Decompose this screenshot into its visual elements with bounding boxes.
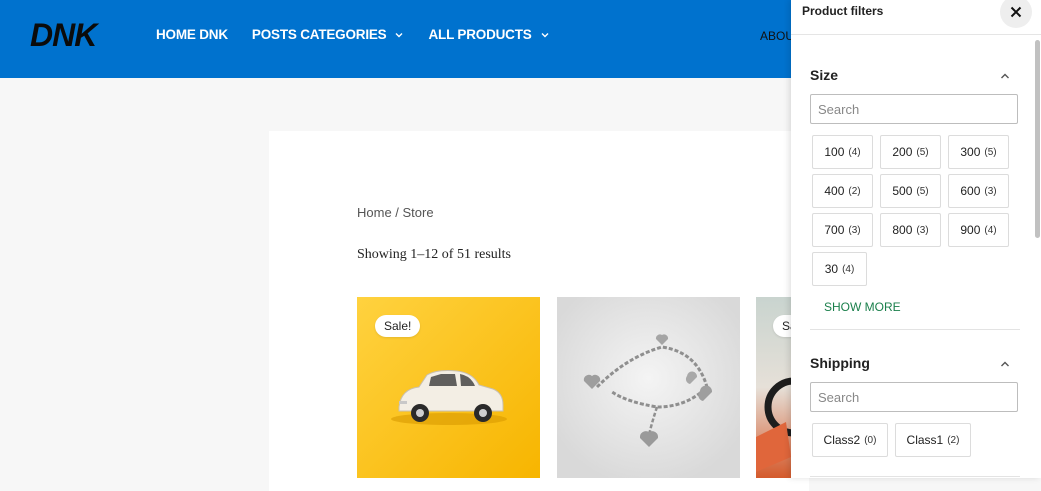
chip-count: (2) <box>848 185 861 197</box>
product-card-sunglasses[interactable]: Sa <box>756 297 796 478</box>
main-nav: HOME DNK POSTS CATEGORIES ALL PRODUCTS <box>156 27 574 42</box>
size-option-600[interactable]: 600 (3) <box>948 174 1009 208</box>
chip-count: (2) <box>947 434 960 446</box>
logo-text: DNK <box>30 17 100 53</box>
chip-count: (5) <box>984 146 997 158</box>
nav-home-dnk-label: HOME DNK <box>156 27 228 42</box>
nav-home-dnk[interactable]: HOME DNK <box>156 27 228 42</box>
product-filters-panel: Product filters Size 100(4) 200(5) 300(5… <box>791 0 1041 478</box>
chip-label: 100 <box>824 145 845 159</box>
dnk-logo[interactable]: DNK <box>30 16 114 54</box>
sunglasses-image <box>756 377 796 472</box>
shipping-search-input[interactable] <box>810 382 1018 412</box>
size-option-300[interactable]: 300 (5) <box>948 135 1009 169</box>
size-option-30[interactable]: 30 (4) <box>812 252 867 286</box>
chip-count: (4) <box>842 263 855 275</box>
shipping-section-title[interactable]: Shipping <box>810 355 870 371</box>
filters-header: Product filters <box>791 0 1041 35</box>
product-card-bracelet[interactable] <box>557 297 740 478</box>
toy-car-image <box>391 370 507 425</box>
chip-label: 400 <box>824 184 845 198</box>
nav-all-products-label: ALL PRODUCTS <box>428 27 532 42</box>
size-option-200[interactable]: 200 (5) <box>880 135 941 169</box>
chip-label: 900 <box>960 223 981 237</box>
size-option-800[interactable]: 800 (3) <box>880 213 941 247</box>
chip-label: 300 <box>960 145 981 159</box>
chip-count: (4) <box>984 224 997 236</box>
chip-label: 700 <box>824 223 845 237</box>
product-card-toy-car[interactable]: Sale! <box>357 297 540 478</box>
chevron-up-icon[interactable] <box>1000 71 1010 81</box>
chevron-down-icon <box>541 32 549 37</box>
chip-label: 30 <box>824 262 839 276</box>
chip-count: (3) <box>984 185 997 197</box>
chip-label: Class2 <box>823 433 861 447</box>
chip-count: (0) <box>864 434 877 446</box>
bracelet-image <box>583 334 713 447</box>
breadcrumb[interactable]: Home / Store <box>357 205 434 220</box>
shipping-option-class2[interactable]: Class2 (0) <box>812 423 888 457</box>
chip-count: (3) <box>916 224 929 236</box>
nav-all-products[interactable]: ALL PRODUCTS <box>428 27 549 42</box>
chip-label: Class1 <box>906 433 944 447</box>
results-count: Showing 1–12 of 51 results <box>357 247 511 262</box>
close-filters-button[interactable] <box>1000 0 1032 28</box>
chip-label: 500 <box>892 184 913 198</box>
chip-count: (4) <box>848 146 861 158</box>
show-more-link[interactable]: SHOW MORE <box>824 300 901 314</box>
close-icon <box>1010 6 1022 18</box>
size-option-700[interactable]: 700 (3) <box>812 213 873 247</box>
nav-about[interactable]: ABOU <box>760 29 794 43</box>
size-option-400[interactable]: 400 (2) <box>812 174 873 208</box>
size-search-input[interactable] <box>810 94 1018 124</box>
nav-posts-categories-label: POSTS CATEGORIES <box>251 27 387 42</box>
size-option-500[interactable]: 500 (5) <box>880 174 941 208</box>
size-option-100[interactable]: 100 (4) <box>812 135 873 169</box>
nav-posts-categories[interactable]: POSTS CATEGORIES <box>252 27 405 42</box>
chip-count: (5) <box>916 146 929 158</box>
chip-label: 600 <box>960 184 981 198</box>
filters-title: Product filters <box>802 4 884 18</box>
shipping-option-class1[interactable]: Class1 (2) <box>895 423 971 457</box>
chip-label: 200 <box>892 145 913 159</box>
chip-count: (5) <box>916 185 929 197</box>
chip-count: (3) <box>848 224 861 236</box>
section-divider <box>810 476 1020 477</box>
chevron-up-icon[interactable] <box>1000 359 1010 369</box>
chip-label: 800 <box>892 223 913 237</box>
size-option-900[interactable]: 900 (4) <box>948 213 1009 247</box>
section-divider <box>810 329 1020 330</box>
chevron-down-icon <box>395 32 403 37</box>
filters-scrollbar[interactable] <box>1035 40 1040 238</box>
size-section-title[interactable]: Size <box>810 67 838 83</box>
